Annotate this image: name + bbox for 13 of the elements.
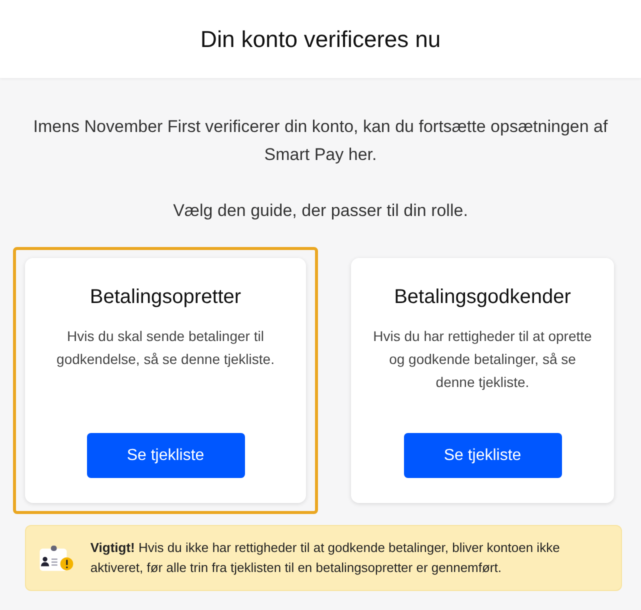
card-description: Hvis du har rettigheder til at oprette og godkende betalinger, så se denne tjekliste. (372, 327, 593, 392)
selection-frame[interactable]: Betalingsopretter Hvis du skal sende betalinger til godkendelse, så se denne tjekliste. Se tjekliste (13, 247, 318, 514)
card-description: Hvis du skal sende betalinger til godkendelse, så se denne tjekliste. (56, 327, 276, 369)
checklist-button[interactable]: Se tjekliste (404, 433, 562, 478)
checklist-button[interactable]: Se tjekliste (86, 433, 244, 478)
prompt-text: Vælg den guide, der passer til din rolle. (173, 200, 468, 222)
page-title: Din konto verificeres nu (200, 26, 441, 52)
guide-card[interactable]: Betalingsgodkender Hvis du har rettigheder til at oprette og godkende betalinger, så se denne tjekliste. Se tjekliste (351, 258, 614, 503)
intro-text: Imens November First verificerer din konto, kan du fortsætte opsætningen af Smart Pay her. (32, 116, 609, 166)
card-title: Betalingsopretter (90, 286, 242, 309)
card-title: Betalingsgodkender (394, 286, 571, 309)
guide-card[interactable]: Betalingsopretter Hvis du skal sende betalinger til godkendelse, så se denne tjekliste. Se tjekliste (25, 258, 306, 503)
notice-text: Vigtigt! Hvis du ikke har rettigheder til at godkende betalinger, bliver kontoen ikke aktiveret, før alle trin fra tjeklisten til en betalingsopretter er gennemført. (90, 539, 561, 577)
